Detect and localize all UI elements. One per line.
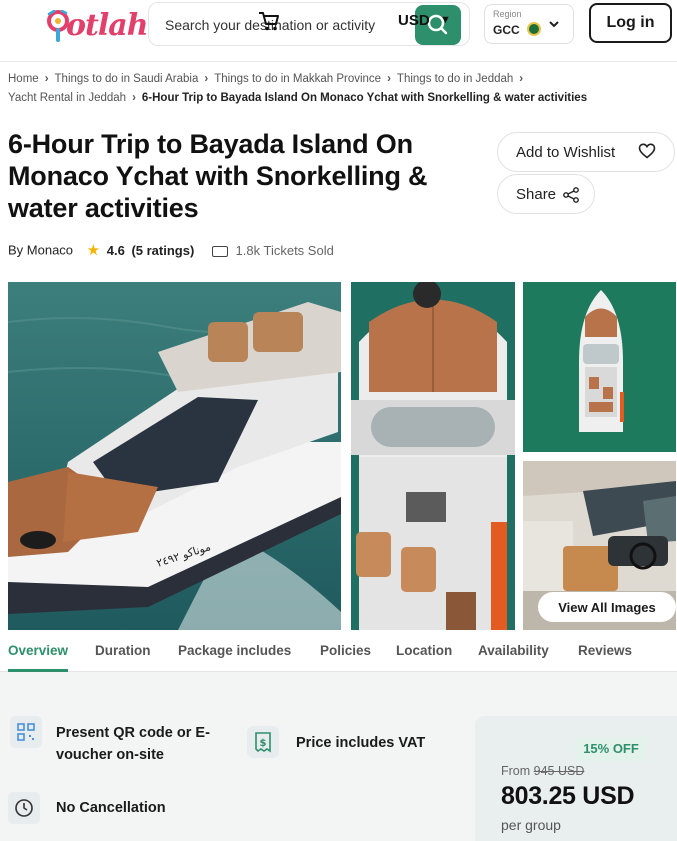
add-to-wishlist-button[interactable]: Add to Wishlist (497, 132, 675, 172)
breadcrumb-separator: › (519, 73, 524, 85)
breadcrumb-separator: › (204, 73, 209, 85)
chevron-down-icon[interactable]: ▼ (440, 14, 451, 26)
receipt-icon: $ (247, 726, 279, 758)
view-all-images-button[interactable]: View All Images (538, 592, 676, 622)
current-price: 803.25 USD (501, 782, 635, 810)
gallery-image-top-view[interactable] (351, 282, 515, 630)
breadcrumb-home[interactable]: Home (8, 73, 39, 85)
page-title: 6-Hour Trip to Bayada Island On Monaco Y… (8, 129, 428, 223)
tab-location[interactable]: Location (396, 643, 452, 658)
heart-icon (638, 143, 656, 159)
gallery-image-main[interactable]: موناكو ٢٤٩٢ (8, 282, 341, 630)
from-label: From (501, 764, 531, 778)
vat-text: Price includes VAT (296, 735, 426, 751)
breadcrumb-saudi-arabia[interactable]: Things to do in Saudi Arabia (55, 73, 199, 85)
rating-count[interactable]: (5 ratings) (131, 243, 194, 258)
rating-value: 4.6 (106, 242, 125, 258)
region-label: Region (493, 9, 522, 19)
share-label: Share (516, 185, 557, 203)
tab-reviews[interactable]: Reviews (578, 643, 632, 658)
region-value: GCC (493, 23, 520, 37)
qr-icon (10, 716, 42, 748)
star-icon: ★ (86, 242, 101, 259)
breadcrumb-separator: › (387, 73, 391, 85)
yacht-aerial-photo (523, 282, 676, 452)
wishlist-label: Add to Wishlist (516, 143, 616, 161)
breadcrumb-yacht-rental[interactable]: Yacht Rental in Jeddah (8, 92, 126, 104)
breadcrumb-separator: › (132, 92, 136, 104)
breadcrumb: Home › Things to do in Saudi Arabia › Things… (8, 70, 668, 108)
tab-availability[interactable]: Availability (478, 643, 549, 658)
original-price: 945 USD (533, 764, 585, 778)
clock-icon (8, 792, 40, 824)
breadcrumb-jeddah[interactable]: Things to do in Jeddah (397, 73, 513, 85)
tab-policies[interactable]: Policies (320, 643, 371, 658)
chevron-down-icon (549, 21, 559, 28)
yacht-side-photo: موناكو ٢٤٩٢ (8, 282, 341, 630)
cart-icon[interactable] (258, 10, 280, 32)
tab-package-includes[interactable]: Package includes (178, 643, 291, 658)
currency-selector[interactable]: USD (398, 12, 430, 29)
price-from: From 945 USD (501, 764, 584, 778)
login-button[interactable]: Log in (589, 3, 672, 43)
tickets-sold: 1.8k Tickets Sold (235, 242, 334, 258)
yacht-deck-photo (351, 282, 515, 630)
vendor-link[interactable]: By Monaco (8, 243, 73, 258)
breadcrumb-separator: › (44, 73, 49, 85)
breadcrumb-current: 6-Hour Trip to Bayada Island On Monaco Y… (141, 92, 588, 104)
site-logo[interactable]: otlah (22, 4, 149, 48)
discount-badge: 15% OFF (575, 737, 647, 761)
share-button[interactable]: Share (497, 174, 595, 214)
product-meta: By Monaco ★ 4.6 (5 ratings) 1.8k Tickets… (8, 241, 334, 259)
qr-voucher-text: Present QR code or E-voucher on-site (56, 725, 210, 763)
share-icon (563, 187, 579, 203)
breadcrumb-makkah[interactable]: Things to do in Makkah Province (214, 73, 381, 85)
tab-duration[interactable]: Duration (95, 643, 151, 658)
gallery-image-aerial[interactable] (523, 282, 676, 452)
tab-overview[interactable]: Overview (8, 643, 68, 658)
flag-icon (527, 22, 541, 36)
site-header: otlah USD ▼ Region GCC Log in (0, 0, 677, 62)
ticket-icon (211, 245, 228, 257)
logo-wordmark: otlah (66, 8, 149, 43)
price-unit: per group (501, 817, 561, 833)
cancellation-text: No Cancellation (56, 800, 166, 816)
svg-text:$: $ (260, 738, 267, 749)
region-selector[interactable]: Region GCC (484, 4, 574, 44)
section-tabs: Overview Duration Package includes Polic… (0, 634, 677, 672)
gallery-image-interior[interactable]: View All Images (523, 461, 676, 630)
